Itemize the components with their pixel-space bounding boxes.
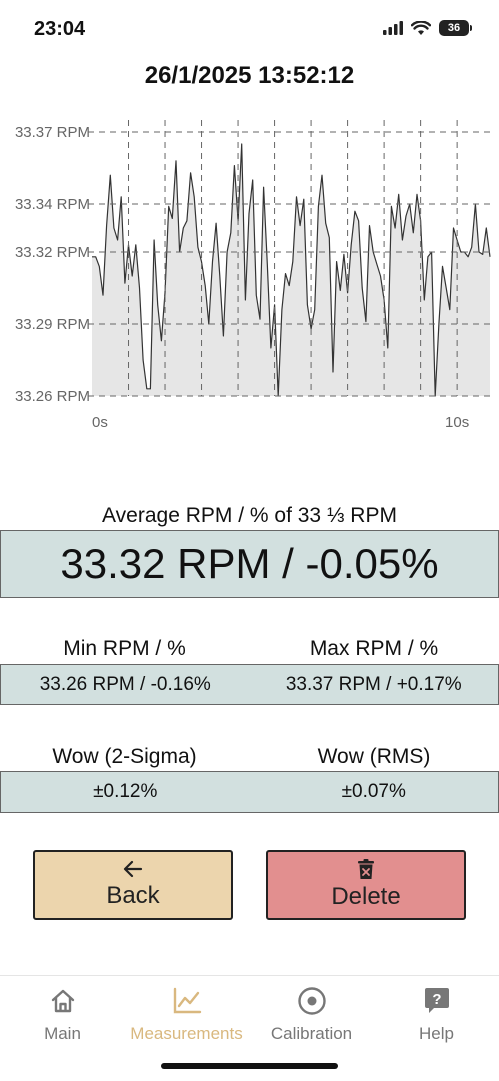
minmax-box: 33.26 RPM / -0.16% 33.37 RPM / +0.17% <box>0 664 499 705</box>
y-tick-label: 33.26 RPM <box>15 388 90 405</box>
signal-icon <box>383 21 403 35</box>
x-tick-label: 0s <box>92 414 108 431</box>
delete-button[interactable]: Delete <box>266 850 466 920</box>
average-value: 33.32 RPM / -0.05% <box>60 540 439 587</box>
x-tick-label: 10s <box>445 414 469 431</box>
battery-icon: 36 <box>439 20 472 36</box>
back-label: Back <box>106 882 160 909</box>
y-tick-label: 33.34 RPM <box>15 196 90 213</box>
tab-measurements[interactable]: Measurements <box>124 984 249 1044</box>
wow-rms-label: Wow (RMS) <box>317 745 431 768</box>
max-value: 33.37 RPM / +0.17% <box>285 673 462 695</box>
back-button[interactable]: Back <box>33 850 233 920</box>
average-label: Average RPM / % of 33 ⅓ RPM <box>102 504 397 527</box>
tab-main-label: Main <box>44 1024 81 1043</box>
help-icon: ? <box>424 988 449 1013</box>
home-icon <box>51 989 74 1013</box>
tab-calibration[interactable]: Calibration <box>249 984 374 1044</box>
tab-help[interactable]: ? Help <box>374 984 499 1044</box>
chart-icon <box>173 987 201 1014</box>
target-icon <box>297 987 326 1015</box>
wow-sigma-value: ±0.12% <box>93 781 158 802</box>
delete-label: Delete <box>331 883 401 910</box>
trash-icon <box>358 859 374 879</box>
measurement-timestamp: 26/1/2025 13:52:12 <box>144 62 355 89</box>
battery-level: 36 <box>447 22 461 34</box>
y-tick-label: 33.37 RPM <box>15 124 90 141</box>
home-indicator <box>161 1063 338 1069</box>
min-label: Min RPM / % <box>63 637 186 660</box>
svg-text:?: ? <box>432 991 441 1008</box>
wow-box: ±0.12% ±0.07% <box>0 771 499 813</box>
wifi-icon <box>411 20 431 35</box>
y-axis-labels: 33.37 RPM 33.34 RPM 33.32 RPM 33.29 RPM 33.2… <box>15 124 90 405</box>
wow-rms-value: ±0.07% <box>341 781 406 802</box>
tab-calibration-label: Calibration <box>270 1024 353 1043</box>
y-tick-label: 33.29 RPM <box>15 316 90 333</box>
max-label: Max RPM / % <box>309 637 439 660</box>
rpm-chart: 33.37 RPM 33.34 RPM 33.32 RPM 33.29 RPM 33.2… <box>15 120 491 431</box>
y-tick-label: 33.32 RPM <box>15 244 90 261</box>
tab-measurements-label: Measurements <box>130 1024 243 1043</box>
x-axis-labels: 0s 10s <box>92 414 469 431</box>
status-bar: 23:04 36 <box>0 0 499 60</box>
arrow-left-icon <box>123 860 143 878</box>
status-time: 23:04 <box>34 18 86 40</box>
tab-help-label: Help <box>419 1024 454 1043</box>
tab-main[interactable]: Main <box>0 984 125 1044</box>
wow-sigma-label: Wow (2-Sigma) <box>52 745 197 768</box>
min-value: 33.26 RPM / -0.16% <box>39 673 211 695</box>
average-value-box: 33.32 RPM / -0.05% <box>0 530 499 598</box>
status-icons: 36 <box>383 20 472 36</box>
